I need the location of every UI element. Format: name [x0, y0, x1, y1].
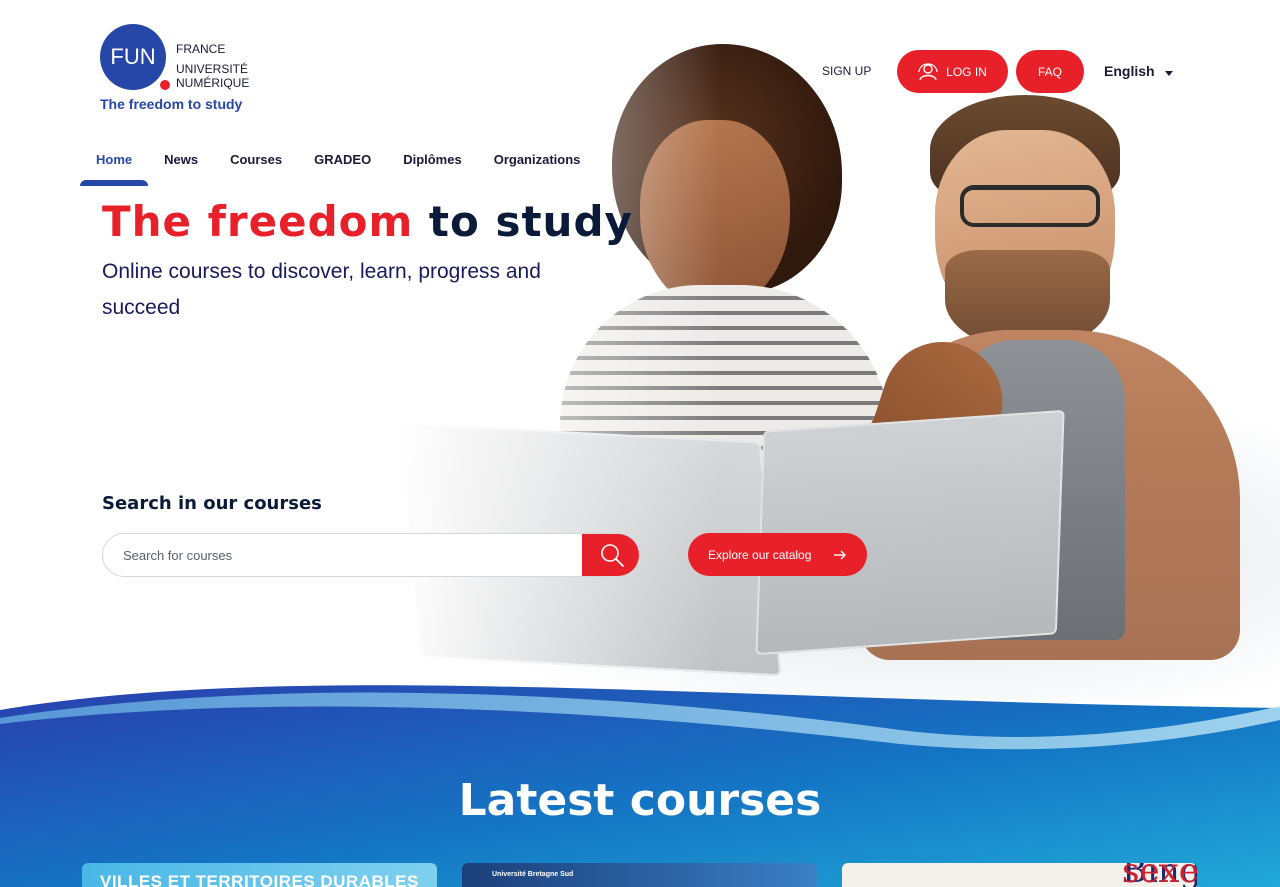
- logo-dot: [160, 80, 170, 90]
- search-input[interactable]: [123, 534, 573, 576]
- signup-link[interactable]: SIGN UP: [822, 64, 871, 78]
- latest-courses-title: Latest courses: [458, 775, 822, 826]
- hero-title: The freedom to study: [102, 197, 633, 247]
- login-label: LOG IN: [946, 64, 987, 79]
- nav-item-news[interactable]: News: [148, 150, 214, 186]
- hero-subtitle: Online courses to discover, learn, progr…: [102, 260, 541, 319]
- explore-catalog-button[interactable]: Explore our catalog: [688, 533, 867, 576]
- course-card-title: Université Bretagne Sud: [492, 871, 574, 878]
- nav-item-gradeo[interactable]: GRADEO: [298, 150, 387, 186]
- faq-button[interactable]: FAQ: [1016, 50, 1084, 93]
- nav-item-courses[interactable]: Courses: [214, 150, 298, 186]
- nav-item-home[interactable]: Home: [80, 150, 149, 186]
- nav-item-diplomes[interactable]: Diplômes: [387, 150, 478, 186]
- language-selector[interactable]: English: [1104, 63, 1173, 79]
- search-heading: Search in our courses: [102, 493, 322, 514]
- course-card-title: VILLES ET TERRITOIRES DURABLES: [100, 872, 419, 887]
- arrow-right-icon: [834, 550, 846, 559]
- chevron-down-icon: [1164, 70, 1173, 76]
- course-card[interactable]: Université Bretagne Sud: [462, 863, 817, 887]
- catalog-label: Explore our catalog: [708, 547, 812, 562]
- site-logo[interactable]: FUN FRANCE UNIVERSITÉ NUMÉRIQUE The free…: [100, 24, 260, 116]
- language-label: English: [1104, 63, 1155, 79]
- course-card[interactable]: VILLES ET TERRITOIRES DURABLES: [82, 863, 437, 887]
- search-bar: [102, 533, 640, 577]
- logo-wordmark: FRANCE UNIVERSITÉ NUMÉRIQUE: [176, 42, 250, 90]
- logo-tagline: The freedom to study: [100, 96, 243, 112]
- logo-mark: FUN: [100, 24, 166, 90]
- main-nav: Home News Courses GRADEO Diplômes Organi…: [80, 150, 596, 186]
- hero-title-rest: to study: [428, 197, 633, 246]
- search-button[interactable]: [582, 534, 639, 576]
- hero-title-highlight: The freedom: [102, 197, 414, 246]
- course-card[interactable]: Bingesexe: [842, 863, 1197, 887]
- search-icon: [600, 544, 624, 567]
- nav-item-organizations[interactable]: Organizations: [478, 150, 597, 186]
- user-icon: [918, 62, 938, 80]
- login-button[interactable]: LOG IN: [897, 50, 1008, 93]
